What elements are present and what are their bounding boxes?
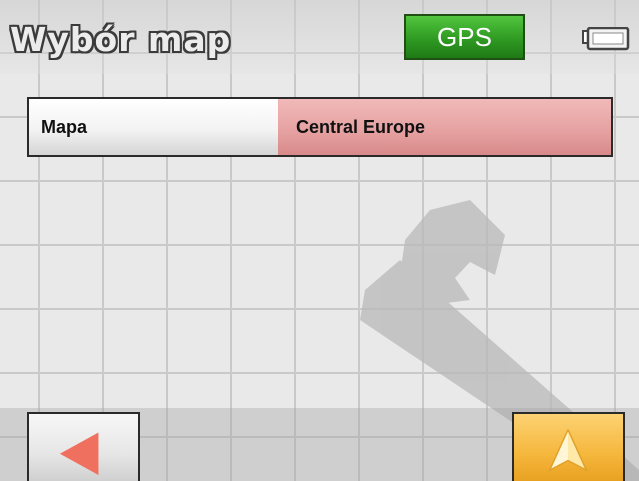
back-button[interactable] (27, 412, 140, 481)
navigate-button[interactable] (512, 412, 625, 481)
page-title: Wybór map (10, 20, 232, 59)
battery-icon (582, 27, 630, 51)
screen: Wybór map GPS Mapa Central Europe (0, 0, 639, 481)
navigation-arrow-icon (548, 429, 588, 472)
gps-status-badge[interactable]: GPS (404, 14, 525, 60)
map-label: Mapa (29, 99, 278, 155)
map-selection-row[interactable]: Mapa Central Europe (27, 97, 613, 157)
back-arrow-icon (59, 432, 99, 475)
map-value[interactable]: Central Europe (278, 99, 611, 155)
